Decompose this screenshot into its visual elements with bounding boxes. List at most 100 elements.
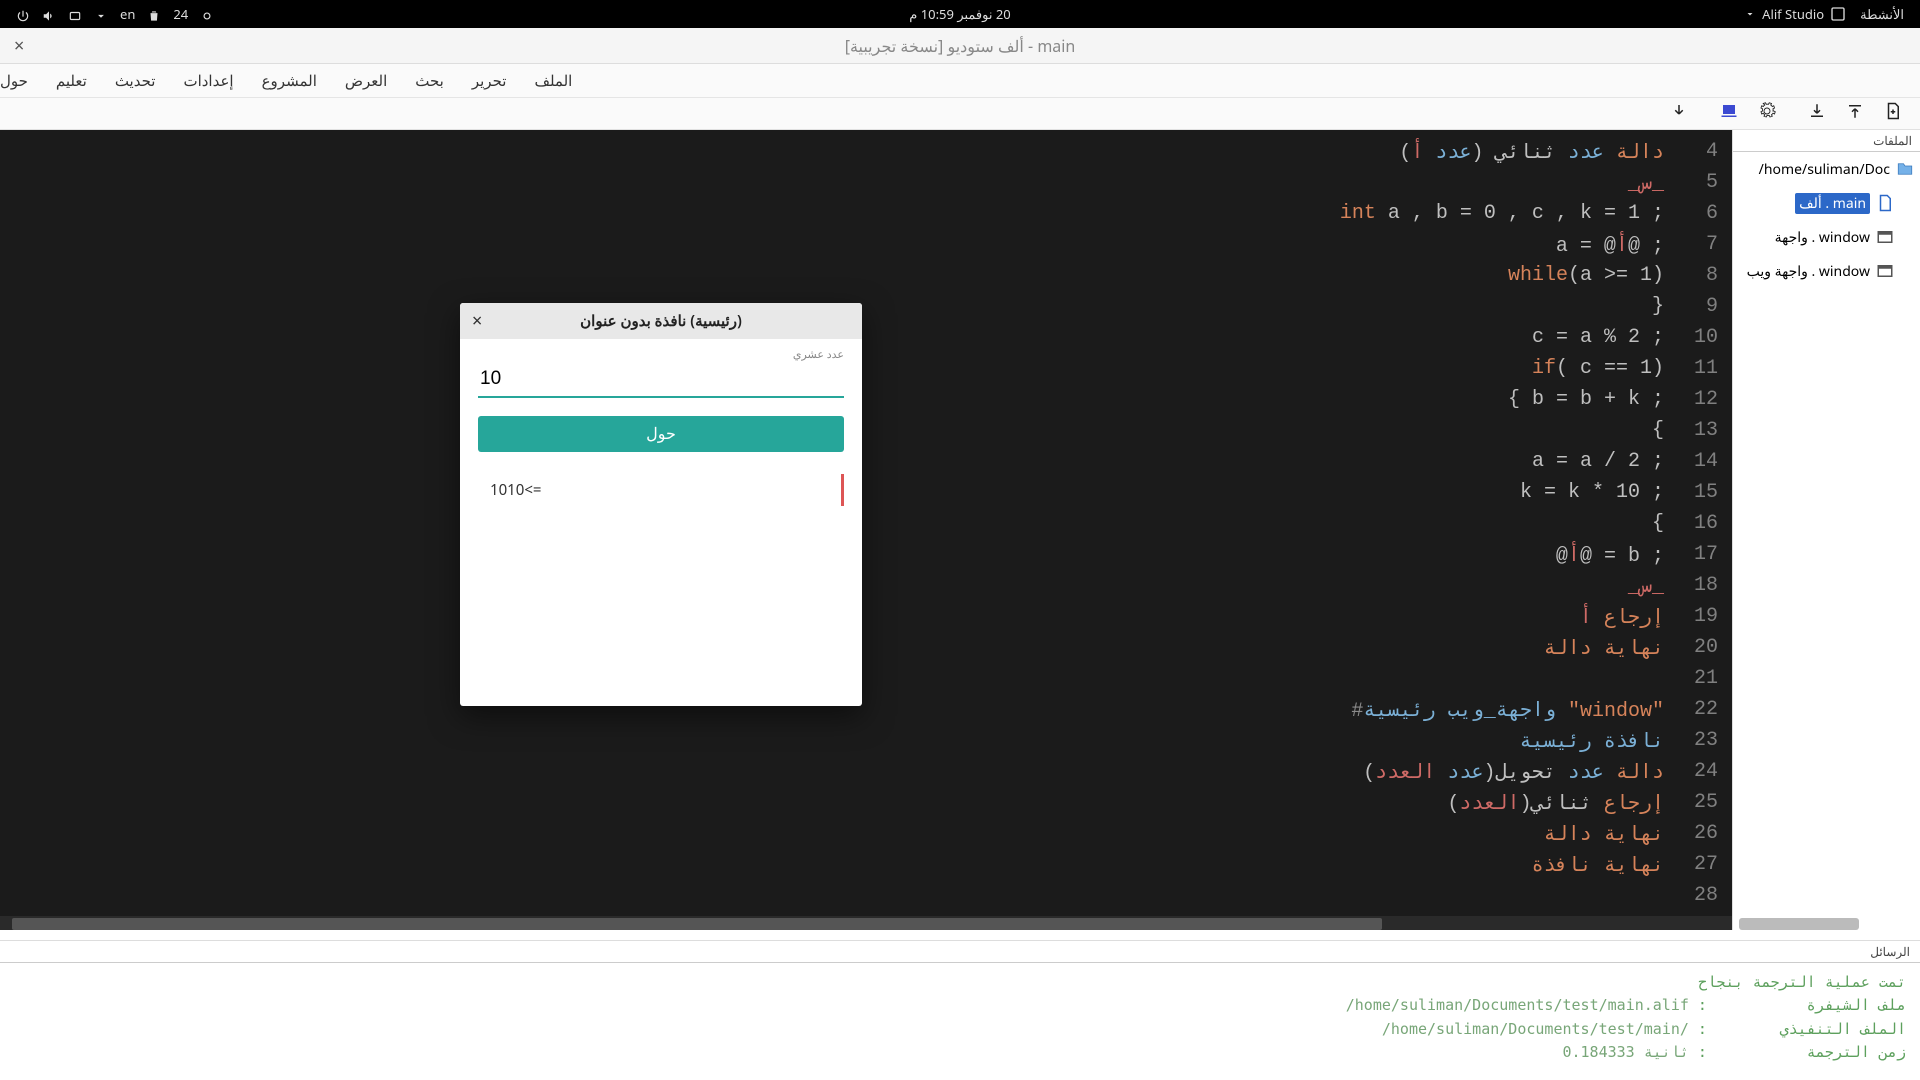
code-content: نافذة رئيسية <box>1520 728 1678 754</box>
menu-project[interactable]: المشروع <box>262 71 317 91</box>
close-icon[interactable]: × <box>14 34 24 58</box>
code-line[interactable]: 7a = @أ@ ; <box>20 229 1732 260</box>
convert-button[interactable]: حول <box>478 416 844 452</box>
code-line[interactable]: 11if( c == 1) <box>20 353 1732 384</box>
modal-title: (رئيسية) نافذة بدون عنوان <box>460 311 862 331</box>
code-line[interactable]: 6int a , b = 0 , c , k = 1 ; <box>20 198 1732 229</box>
chevron-down-icon <box>1744 8 1756 20</box>
window-icon <box>1876 228 1894 246</box>
line-number: 5 <box>1678 171 1732 194</box>
code-line[interactable]: 13{ <box>20 415 1732 446</box>
code-line[interactable]: 25إرجاع ثنائي(العدد) <box>20 787 1732 818</box>
code-content: _س_ <box>1628 573 1678 599</box>
code-line[interactable]: 18_س_ <box>20 570 1732 601</box>
new-file-icon[interactable] <box>1884 102 1902 125</box>
line-number: 24 <box>1678 760 1732 783</box>
code-line[interactable]: 19إرجاع أ <box>20 601 1732 632</box>
line-number: 18 <box>1678 574 1732 597</box>
menu-edit[interactable]: تحرير <box>472 71 507 91</box>
code-line[interactable]: 5_س_ <box>20 167 1732 198</box>
filetree-hscroll[interactable] <box>1739 918 1859 930</box>
code-line[interactable]: 16{ <box>20 508 1732 539</box>
editor-hscroll-track[interactable] <box>0 916 1732 930</box>
line-number: 28 <box>1678 884 1732 907</box>
tree-file[interactable]: واجهة . window <box>1733 220 1920 254</box>
keyboard-lang[interactable]: en <box>120 5 135 23</box>
code-content: نهاية دالة <box>1544 821 1678 847</box>
code-line[interactable]: 15k = k * 10 ; <box>20 477 1732 508</box>
tree-file[interactable]: واجهة ويب . window <box>1733 254 1920 288</box>
menu-view[interactable]: العرض <box>345 71 387 91</box>
close-icon[interactable]: × <box>472 309 482 333</box>
menu-update[interactable]: تحديث <box>115 71 156 91</box>
menu-learn[interactable]: تعليم <box>56 71 87 91</box>
code-line[interactable]: 8while(a >= 1) <box>20 260 1732 291</box>
menu-about[interactable]: حول <box>0 71 28 91</box>
active-app[interactable]: Alif Studio <box>1744 5 1846 23</box>
code-editor[interactable]: 4دالة عدد ثنائي (عدد أ)5_س_6int a , b = … <box>0 130 1732 930</box>
line-number: 16 <box>1678 512 1732 535</box>
line-number: 20 <box>1678 636 1732 659</box>
volume-icon[interactable] <box>42 5 56 23</box>
gear-icon[interactable] <box>1758 102 1776 125</box>
chevron-down-icon[interactable] <box>94 5 108 23</box>
code-content: k = k * 10 ; <box>1520 481 1678 504</box>
trash-icon[interactable] <box>147 5 161 23</box>
messages-title: الرسائل <box>0 941 1920 963</box>
line-number: 12 <box>1678 388 1732 411</box>
activities[interactable]: الأنشطة <box>1860 5 1904 23</box>
code-line[interactable]: 9} <box>20 291 1732 322</box>
code-line[interactable]: 27نهاية نافذة <box>20 849 1732 880</box>
line-number: 10 <box>1678 326 1732 349</box>
code-content: a = @أ@ ; <box>1556 232 1678 258</box>
modal-header[interactable]: (رئيسية) نافذة بدون عنوان × <box>460 303 862 339</box>
document-icon <box>1876 194 1894 212</box>
editor-hscroll-thumb[interactable] <box>12 918 1382 930</box>
menu-settings[interactable]: إعدادات <box>183 71 233 91</box>
line-number: 4 <box>1678 140 1732 163</box>
line-number: 27 <box>1678 853 1732 876</box>
code-line[interactable]: 22#واجهة_ويب رئيسية "window" <box>20 694 1732 725</box>
line-number: 6 <box>1678 202 1732 225</box>
code-content: دالة عدد ثنائي (عدد أ) <box>1399 139 1678 165</box>
code-line[interactable]: 24دالة عدد تحويل(عدد العدد) <box>20 756 1732 787</box>
code-content: نهاية دالة <box>1544 635 1678 661</box>
result-output: 1010<= <box>478 474 844 506</box>
decimal-input[interactable] <box>478 364 844 398</box>
menu-file[interactable]: الملف <box>534 71 572 91</box>
code-content: دالة عدد تحويل(عدد العدد) <box>1363 759 1678 785</box>
code-content: #واجهة_ويب رئيسية "window" <box>1351 697 1678 723</box>
input-label: عدد عشري <box>478 347 844 362</box>
weather-icon[interactable] <box>200 5 214 23</box>
messages-body: تمت عملية الترجمة بنجاحملف الشيفرة : /ho… <box>0 963 1920 1072</box>
menu-search[interactable]: بحث <box>415 71 444 91</box>
code-content: c = a % 2 ; <box>1532 326 1678 349</box>
window-titlebar: × ألف ستوديو [نسخة تجريبية] - main <box>0 28 1920 64</box>
build-icon[interactable] <box>1720 102 1738 125</box>
save-icon[interactable] <box>1808 102 1826 125</box>
tray-icon[interactable] <box>68 5 82 23</box>
arrow-down-icon[interactable] <box>1670 102 1688 125</box>
open-icon[interactable] <box>1846 102 1864 125</box>
code-line[interactable]: 21 <box>20 663 1732 694</box>
code-line[interactable]: 20نهاية دالة <box>20 632 1732 663</box>
tree-root-label: /home/suliman/Doc <box>1759 160 1890 179</box>
tree-file[interactable]: ألف . main <box>1733 186 1920 220</box>
code-line[interactable]: 17@أ@ = b ; <box>20 539 1732 570</box>
clock[interactable]: 20 نوفمبر 10:59 م <box>909 5 1010 23</box>
line-number: 15 <box>1678 481 1732 504</box>
code-content: نهاية نافذة <box>1532 852 1678 878</box>
line-number: 7 <box>1678 233 1732 256</box>
code-line[interactable]: 12{ b = b + k ; <box>20 384 1732 415</box>
code-line[interactable]: 26نهاية دالة <box>20 818 1732 849</box>
code-line[interactable]: 10c = a % 2 ; <box>20 322 1732 353</box>
code-line[interactable]: 23نافذة رئيسية <box>20 725 1732 756</box>
tree-root[interactable]: /home/suliman/Doc <box>1733 152 1920 186</box>
app-icon <box>1830 6 1846 22</box>
code-line[interactable]: 4دالة عدد ثنائي (عدد أ) <box>20 136 1732 167</box>
messages-panel: الرسائل تمت عملية الترجمة بنجاحملف الشيف… <box>0 940 1920 1080</box>
code-content: if( c == 1) <box>1532 357 1678 380</box>
code-line[interactable]: 14a = a / 2 ; <box>20 446 1732 477</box>
code-line[interactable]: 28 <box>20 880 1732 911</box>
power-icon[interactable] <box>16 5 30 23</box>
